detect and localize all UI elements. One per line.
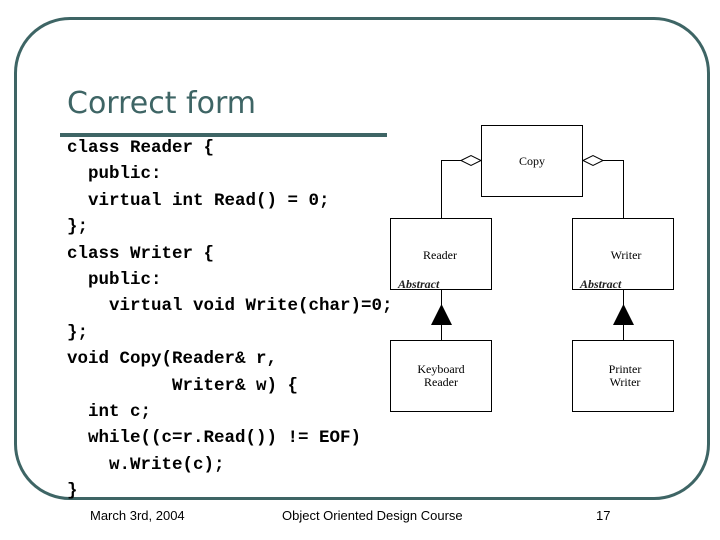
- uml-class-diagram: Copy Reader Abstract Writer Abstract Key…: [390, 125, 674, 412]
- aggregation-copy-writer: [581, 154, 624, 218]
- reader-label: Reader: [423, 248, 457, 262]
- inheritance-arrow-icon: [431, 304, 452, 325]
- aggregation-diamond-icon: [459, 154, 483, 167]
- uml-class-keyboard-reader: Keyboard Reader: [390, 340, 492, 412]
- keyboard-reader-label-line2: Reader: [424, 375, 458, 389]
- uml-class-copy: Copy: [481, 125, 583, 197]
- uml-class-writer: Writer Abstract: [572, 218, 674, 291]
- printer-writer-label-line2: Writer: [610, 375, 641, 389]
- uml-class-reader: Reader Abstract: [390, 218, 492, 291]
- inheritance-printer-writer: [613, 289, 634, 340]
- printer-writer-label-line1: Printer: [609, 362, 642, 376]
- reader-abstract-label: Abstract: [397, 277, 440, 291]
- keyboard-reader-label-line1: Keyboard: [417, 362, 464, 376]
- footer-course: Object Oriented Design Course: [282, 508, 463, 523]
- writer-abstract-label: Abstract: [579, 277, 622, 291]
- inheritance-arrow-icon: [613, 304, 634, 325]
- footer-page-number: 17: [596, 508, 611, 523]
- writer-label: Writer: [611, 248, 642, 262]
- aggregation-copy-reader: [441, 154, 483, 218]
- copy-label: Copy: [519, 154, 545, 168]
- aggregation-diamond-icon: [581, 154, 605, 167]
- uml-class-printer-writer: Printer Writer: [572, 340, 674, 412]
- footer-date: March 3rd, 2004: [90, 508, 185, 523]
- inheritance-keyboard-reader: [431, 289, 452, 340]
